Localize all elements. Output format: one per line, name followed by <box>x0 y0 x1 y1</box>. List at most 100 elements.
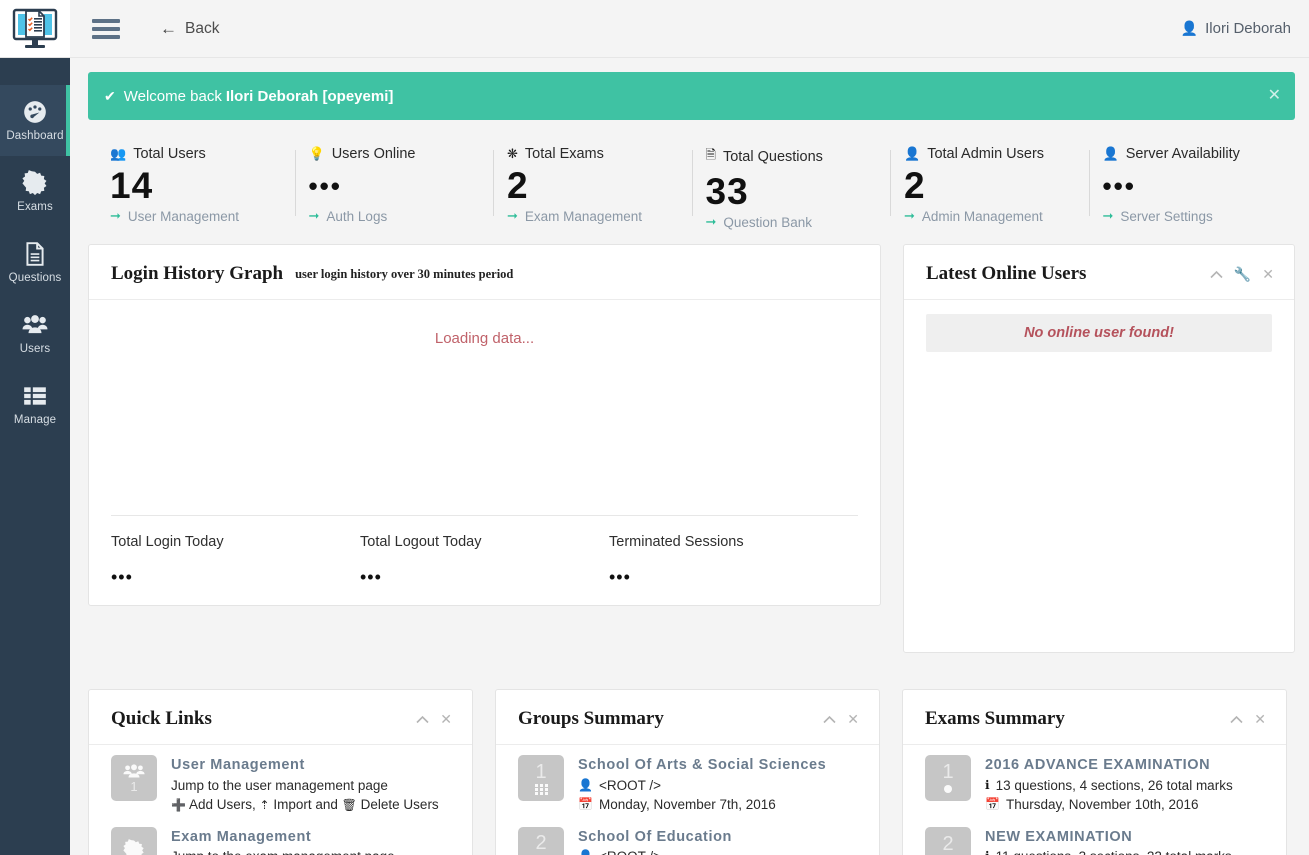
back-label: Back <box>185 19 220 37</box>
close-icon[interactable]: ✕ <box>1268 88 1281 104</box>
sidebar-item-label: Exams <box>17 201 53 213</box>
panel-subtitle: user login history over 30 minutes perio… <box>295 266 514 281</box>
close-icon[interactable]: ✕ <box>1254 712 1266 726</box>
stat-label: Total Questions <box>722 149 823 165</box>
back-button[interactable]: ← Back <box>160 20 219 38</box>
chart-loading-text: Loading data... <box>434 330 535 347</box>
stat-header: 👥 Total Users <box>110 146 277 162</box>
panel-row-1: Login History Graph user login history o… <box>88 244 1295 653</box>
exam-title[interactable]: NEW EXAMINATION <box>985 828 1232 848</box>
group-tile: 1 <box>518 755 564 801</box>
certificate-icon <box>123 838 145 855</box>
group-tile: 2 <box>518 826 564 855</box>
panel-header: Exams Summary ✕ <box>903 690 1286 745</box>
chevron-up-icon[interactable] <box>416 715 429 724</box>
panel-header: Login History Graph user login history o… <box>89 245 880 300</box>
stat-header: 👤 Total Admin Users <box>904 146 1071 162</box>
action-label[interactable]: Delete Users <box>361 797 439 812</box>
quick-link-tile <box>111 826 157 855</box>
foot-label: Total Login Today <box>111 534 224 551</box>
stat-link-server-settings[interactable]: ➞ Server Settings <box>1103 208 1270 224</box>
app-logo[interactable] <box>0 0 70 58</box>
users-group-icon: 👥 <box>110 146 127 161</box>
stat-link-label: User Management <box>127 208 239 224</box>
stat-link-exam-management[interactable]: ➞ Exam Management <box>507 208 674 224</box>
foot-total-logout-today: Total Logout Today ••• <box>360 534 609 586</box>
user-icon: 👤 <box>904 146 921 161</box>
stat-label: Server Availability <box>1125 146 1240 162</box>
stat-label: Total Exams <box>524 146 604 162</box>
calendar-icon: 📅 <box>578 797 593 812</box>
close-icon[interactable]: ✕ <box>440 712 452 726</box>
hamburger-icon[interactable] <box>92 18 120 39</box>
group-text: School Of Arts & Social Sciences 👤 <ROOT… <box>578 755 826 815</box>
panel-title: Exams Summary <box>925 708 1065 729</box>
panel-row-2: Quick Links ✕ 1 User Management Jump to … <box>88 689 1295 855</box>
stat-link-question-bank[interactable]: ➞ Question Bank <box>706 214 873 230</box>
user-icon: 👤 <box>578 848 593 855</box>
tile-number: 1 <box>535 760 547 783</box>
foot-label: Total Logout Today <box>360 534 482 551</box>
exam-tile: 1 <box>925 755 971 801</box>
exam-text: NEW EXAMINATION ℹ 11 questions, 3 sectio… <box>985 827 1232 855</box>
panel-title: Groups Summary <box>518 708 664 729</box>
group-date-value: Monday, November 7th, 2016 <box>598 797 776 813</box>
user-menu[interactable]: 👤 Ilori Deborah <box>1181 20 1291 37</box>
check-icon: ✔ <box>104 87 116 104</box>
sidebar-item-dashboard[interactable]: Dashboard <box>0 85 70 156</box>
sidebar-item-exams[interactable]: Exams <box>0 156 70 227</box>
list-item[interactable]: 1 2016 ADVANCE EXAMINATION ℹ 13 question… <box>925 755 1266 815</box>
quick-link-desc: Jump to the user management page <box>171 777 388 793</box>
list-item[interactable]: Exam Management Jump to the exam managem… <box>111 826 452 855</box>
action-label[interactable]: Add Users, <box>189 797 256 812</box>
file-text-icon: 🗎 <box>705 147 716 162</box>
login-history-chart: Loading data... <box>89 300 880 515</box>
sidebar-item-manage[interactable]: Manage <box>0 369 70 440</box>
arrow-right-icon: ➞ <box>1102 208 1114 223</box>
stat-link-admin-management[interactable]: ➞ Admin Management <box>904 208 1071 224</box>
group-title[interactable]: School Of Arts & Social Sciences <box>578 756 826 776</box>
close-icon[interactable]: ✕ <box>847 712 859 726</box>
wrench-icon[interactable]: 🔧 <box>1234 267 1251 281</box>
list-item[interactable]: 2 NEW EXAMINATION ℹ 11 questions, 3 sect… <box>925 826 1266 855</box>
chevron-up-icon[interactable] <box>1210 270 1223 279</box>
sidebar-item-label: Users <box>19 343 51 355</box>
stats-row: 👥 Total Users 14 ➞ User Management 💡 Use… <box>88 146 1295 230</box>
exam-title[interactable]: 2016 ADVANCE EXAMINATION <box>985 756 1233 776</box>
stat-header: 💡 Users Online <box>309 146 476 162</box>
list-item[interactable]: 2 School Of Education 👤 <ROOT /> <box>518 826 859 855</box>
foot-label: Terminated Sessions <box>609 534 744 551</box>
list-item[interactable]: 1 User Management Jump to the user manag… <box>111 755 452 815</box>
arrow-left-icon: ← <box>160 19 177 38</box>
welcome-username: Ilori Deborah [opeyemi] <box>225 87 394 105</box>
sidebar-item-users[interactable]: Users <box>0 298 70 369</box>
panel-tools: ✕ <box>823 712 859 726</box>
quick-link-title[interactable]: User Management <box>171 756 439 776</box>
sidebar-item-label: Questions <box>8 272 62 284</box>
stat-total-admin-users: 👤 Total Admin Users 2 ➞ Admin Management <box>890 146 1089 230</box>
exam-text: 2016 ADVANCE EXAMINATION ℹ 13 questions,… <box>985 755 1233 815</box>
group-title[interactable]: School Of Education <box>578 828 732 848</box>
quick-link-title[interactable]: Exam Management <box>171 828 395 848</box>
chevron-up-icon[interactable] <box>1230 715 1243 724</box>
foot-total-login-today: Total Login Today ••• <box>111 534 360 588</box>
tile-number: 1 <box>130 778 138 794</box>
dashboard-icon <box>22 99 48 125</box>
list-item[interactable]: 1 School Of Arts & Social Sciences 👤 <RO… <box>518 755 859 815</box>
user-icon: 👤 <box>1180 20 1199 36</box>
stat-total-users: 👥 Total Users 14 ➞ User Management <box>96 146 295 230</box>
close-icon[interactable]: ✕ <box>1262 267 1274 281</box>
arrow-right-icon: ➞ <box>507 208 518 223</box>
top-bar: ← Back 👤 Ilori Deborah <box>70 0 1309 58</box>
chevron-up-icon[interactable] <box>823 715 836 724</box>
empty-state-message: No online user found! <box>926 314 1272 352</box>
sidebar-spacer <box>0 58 70 85</box>
welcome-text: Welcome back <box>123 87 222 105</box>
stat-link-auth-logs[interactable]: ➞ Auth Logs <box>309 208 476 224</box>
sidebar-item-questions[interactable]: Questions <box>0 227 70 298</box>
stat-header: 👤 Server Availability <box>1103 146 1270 162</box>
group-owner-value: <ROOT /> <box>599 847 661 855</box>
action-label[interactable]: Import and <box>273 797 338 812</box>
foot-value: ••• <box>111 567 133 588</box>
stat-link-user-management[interactable]: ➞ User Management <box>110 208 277 224</box>
